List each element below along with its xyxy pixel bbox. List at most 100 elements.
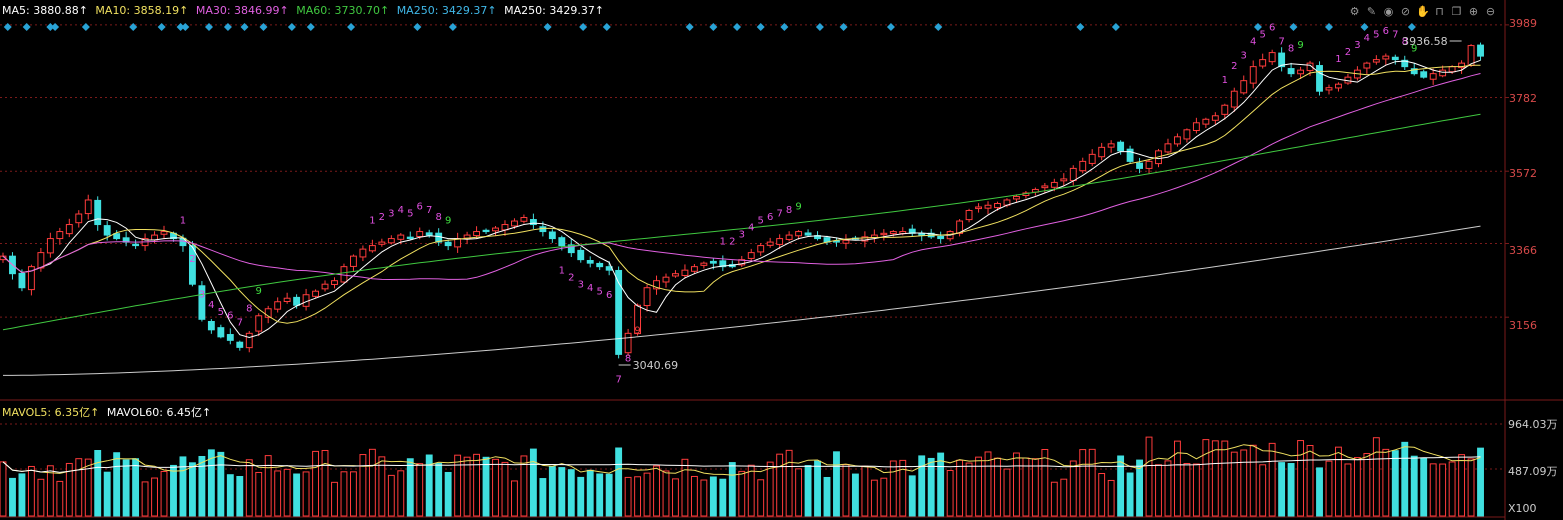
count-label: 5: [758, 216, 764, 227]
volume-unit: X100: [1508, 502, 1537, 515]
legend-ma30: MA30: 3846.99↑: [195, 4, 289, 17]
ma30-line: [2, 73, 1481, 281]
candle-body: [406, 236, 414, 240]
volume-bar: [1145, 436, 1153, 517]
volume-bar: [511, 480, 518, 517]
candle-body: [65, 224, 73, 235]
low-annotation: 3040.69: [633, 359, 679, 372]
count-label: 1: [1222, 75, 1228, 86]
signal-diamond: [1407, 23, 1416, 31]
count-label: 8: [246, 303, 252, 314]
signal-diamond: [240, 23, 249, 31]
candle-body: [700, 262, 708, 266]
volume-bar: [179, 456, 187, 517]
volume-bar: [283, 468, 291, 517]
candle-body: [586, 259, 594, 264]
candle-body: [1107, 143, 1115, 148]
volume-bar: [946, 469, 954, 517]
count-label: 2: [729, 237, 735, 248]
count-label: 2: [1345, 47, 1351, 58]
signal-diamond: [839, 23, 848, 31]
volume-bar: [245, 459, 253, 517]
candle-body: [1335, 83, 1342, 89]
candle-body: [1012, 195, 1020, 200]
count-label: 7: [1392, 30, 1398, 41]
volume-bar: [823, 476, 831, 517]
candle-body: [255, 315, 263, 332]
volume-bar: [1448, 461, 1456, 517]
volume-bar: [1372, 437, 1380, 517]
hand-icon[interactable]: ✋: [1416, 5, 1430, 18]
count-label: 4: [398, 205, 404, 216]
volume-bar: [188, 462, 196, 517]
gear-icon[interactable]: ⚙: [1348, 5, 1361, 18]
signal-diamond: [22, 23, 31, 31]
lock-icon[interactable]: ⊓: [1433, 5, 1446, 18]
volume-bar: [217, 451, 225, 517]
volume-bar: [1183, 462, 1191, 517]
eye-icon[interactable]: ◉: [1382, 5, 1395, 18]
volume-bar: [1031, 458, 1039, 517]
stock-chart[interactable]: 12345 67891 2 3 4 56 78 9123 4 5 67891 2345 6 7 8 91234…: [0, 0, 1563, 520]
candle-body: [217, 327, 225, 338]
volume-bar: [444, 471, 452, 517]
volume-bar: [406, 458, 414, 517]
volume-bar: [312, 450, 319, 517]
volume-bar: [634, 476, 642, 517]
candle-body: [889, 231, 897, 235]
candle-body: [1240, 80, 1248, 94]
candle-body: [681, 269, 689, 276]
volume-bar: [0, 461, 7, 517]
volume-bar: [937, 452, 945, 517]
copy-icon[interactable]: ❐: [1450, 5, 1463, 18]
signal-diamonds: [3, 23, 1416, 31]
signal-diamond: [223, 23, 232, 31]
volume-bar: [1098, 473, 1106, 517]
candle-body: [1088, 153, 1096, 164]
volume-bar: [94, 450, 102, 517]
volume-bar: [1249, 444, 1257, 517]
candle-body: [520, 217, 528, 222]
volume-bar: [956, 459, 964, 517]
volume-bar: [833, 451, 840, 517]
ma-legend: MA5: 3880.88↑ MA10: 3858.19↑ MA30: 3846.…: [2, 4, 608, 17]
volume-bar: [132, 458, 140, 517]
candle-body: [1429, 73, 1437, 80]
volume-bar: [586, 469, 594, 517]
signal-diamond: [934, 23, 943, 31]
zoom-out-icon[interactable]: ⊖: [1484, 5, 1497, 18]
volume-bar: [1107, 479, 1115, 517]
signal-diamond: [1076, 23, 1085, 31]
volume-bar: [492, 458, 499, 517]
volume-bar: [274, 470, 282, 517]
volume-bar: [861, 465, 869, 517]
volume-bar: [473, 453, 481, 517]
candle-body: [757, 245, 765, 253]
volume-bar: [965, 462, 973, 517]
hide-icon[interactable]: ⊘: [1399, 5, 1412, 18]
zoom-in-icon[interactable]: ⊕: [1467, 5, 1480, 18]
candle-body: [804, 232, 812, 236]
candle-body: [340, 266, 348, 283]
count-label: 3: [1354, 40, 1360, 51]
candle-body: [1050, 181, 1058, 188]
count-label: 6: [767, 212, 773, 223]
signal-diamond: [780, 23, 789, 31]
volume-bar: [577, 476, 585, 517]
volume-bar: [719, 478, 727, 517]
count-label: 7: [237, 317, 243, 328]
volume-bar: [927, 457, 935, 517]
volume-bar: [814, 460, 821, 517]
candle-body: [56, 231, 64, 240]
ma60-line: [2, 113, 1481, 331]
volume-bar: [1079, 449, 1087, 517]
count-label: 2: [189, 254, 195, 265]
pen-icon[interactable]: ✎: [1365, 5, 1378, 18]
candle-body: [293, 296, 301, 306]
volume-bar: [908, 475, 916, 517]
volume-bar: [1439, 463, 1447, 517]
candle-body: [1126, 148, 1134, 162]
volume-bar: [1240, 449, 1248, 517]
volume-bar: [141, 481, 149, 517]
volume-bar: [596, 473, 604, 517]
